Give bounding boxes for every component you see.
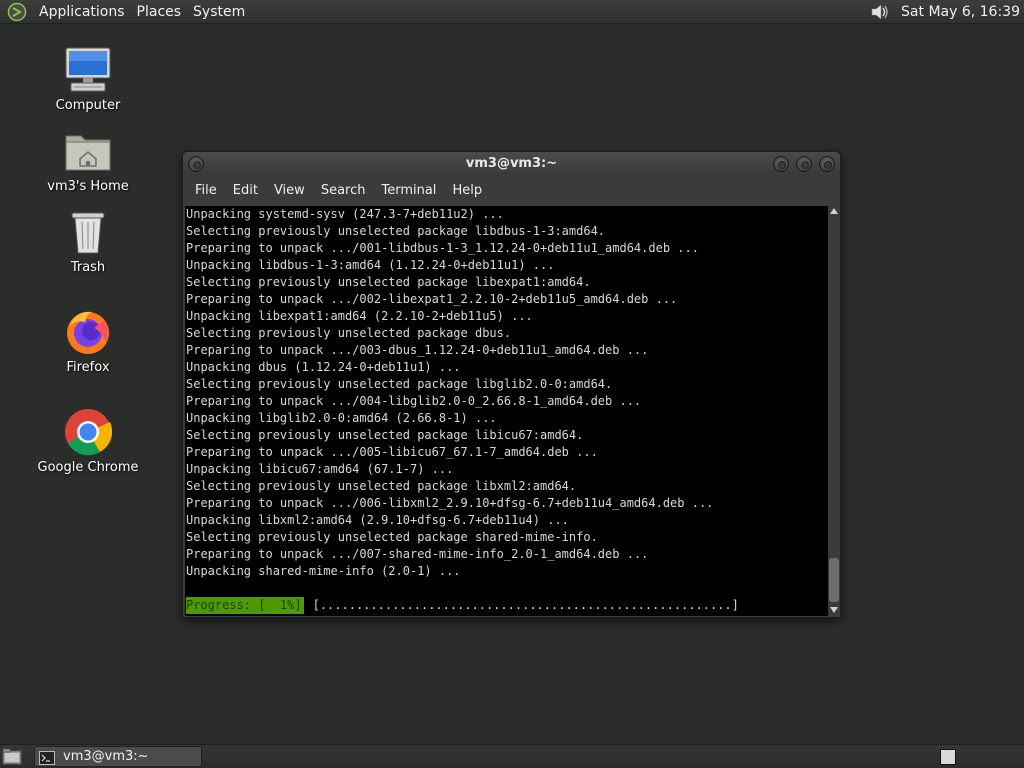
title-bar[interactable]: vm3@vm3:~ (183, 152, 840, 176)
terminal-lines: Unpacking systemd-sysv (247.3-7+deb11u2)… (186, 206, 713, 580)
desktop-icon-label: Computer (55, 98, 121, 113)
desktop-icon-trash[interactable]: Trash (33, 206, 143, 275)
terminal-icon (39, 750, 55, 765)
top-panel-tray: Sat May 6, 16:39 (869, 0, 1024, 24)
apt-progress: Progress: [ 1%] [.......................… (186, 597, 739, 614)
terminal-line: Preparing to unpack .../003-dbus_1.12.24… (186, 343, 649, 357)
top-panel: Applications Places System Sat May 6, 16… (0, 0, 1024, 24)
show-desktop-icon[interactable] (2, 748, 22, 766)
menu-system[interactable]: System (187, 0, 251, 24)
terminal-menubar: File Edit View Search Terminal Help (183, 176, 840, 206)
terminal-line: Selecting previously unselected package … (186, 479, 577, 493)
desktop-icon-computer[interactable]: Computer (33, 44, 143, 113)
firefox-icon (62, 306, 114, 358)
desktop-icon-label: vm3's Home (47, 179, 129, 194)
terminal-line: Selecting previously unselected package … (186, 530, 598, 544)
terminal-line: Preparing to unpack .../006-libxml2_2.9.… (186, 496, 714, 510)
taskbar-window-label: vm3@vm3:~ (63, 749, 149, 764)
terminal-line: Preparing to unpack .../001-libdbus-1-3_… (186, 241, 699, 255)
terminal-line: Preparing to unpack .../005-libicu67_67.… (186, 445, 598, 459)
terminal-line: Selecting previously unselected package … (186, 275, 591, 289)
menu-terminal[interactable]: Terminal (373, 176, 444, 206)
volume-icon[interactable] (869, 1, 891, 23)
terminal-line: Selecting previously unselected package … (186, 377, 613, 391)
menu-places[interactable]: Places (131, 0, 188, 24)
desktop-icon-label: Google Chrome (37, 460, 139, 475)
terminal-line: Unpacking dbus (1.12.24-0+deb11u1) ... (186, 360, 461, 374)
taskbar-window-button[interactable]: vm3@vm3:~ (34, 746, 202, 767)
distro-logo-icon[interactable] (6, 1, 28, 23)
minimize-icon[interactable] (773, 156, 789, 172)
trash-icon (62, 206, 114, 258)
desktop-icon-home[interactable]: vm3's Home (33, 125, 143, 194)
desktop-icon-label: Firefox (66, 360, 110, 375)
desktop-icon-label: Trash (70, 260, 106, 275)
terminal-line: Unpacking libexpat1:amd64 (2.2.10-2+deb1… (186, 309, 533, 323)
menu-file[interactable]: File (187, 176, 225, 206)
terminal-window[interactable]: vm3@vm3:~ File Edit View Search Terminal… (182, 151, 841, 618)
chrome-icon (62, 406, 114, 458)
scroll-thumb[interactable] (829, 558, 839, 602)
scroll-up-icon[interactable] (830, 208, 838, 214)
workspace-switcher[interactable] (940, 749, 956, 765)
terminal-line: Unpacking libxml2:amd64 (2.9.10+dfsg-6.7… (186, 513, 569, 527)
menu-edit[interactable]: Edit (225, 176, 266, 206)
menu-applications[interactable]: Applications (33, 0, 131, 24)
progress-label: Progress: [ 1%] (186, 597, 304, 614)
bottom-panel: vm3@vm3:~ (0, 744, 1024, 768)
terminal-line: Preparing to unpack .../007-shared-mime-… (186, 547, 649, 561)
scroll-down-icon[interactable] (830, 607, 838, 613)
progress-bar: [.......................................… (312, 598, 739, 612)
terminal-line: Selecting previously unselected package … (186, 224, 606, 238)
clock[interactable]: Sat May 6, 16:39 (901, 4, 1020, 20)
terminal-line: Unpacking shared-mime-info (2.0-1) ... (186, 564, 461, 578)
terminal-scrollbar[interactable] (828, 206, 840, 616)
terminal-line: Unpacking libdbus-1-3:amd64 (1.12.24-0+d… (186, 258, 555, 272)
terminal-line: Unpacking systemd-sysv (247.3-7+deb11u2)… (186, 207, 504, 221)
window-title: vm3@vm3:~ (465, 156, 558, 171)
menu-search[interactable]: Search (313, 176, 374, 206)
menu-view[interactable]: View (266, 176, 313, 206)
terminal-line: Unpacking libicu67:amd64 (67.1-7) ... (186, 462, 454, 476)
terminal-line: Selecting previously unselected package … (186, 428, 584, 442)
maximize-icon[interactable] (796, 156, 812, 172)
close-icon[interactable] (819, 156, 835, 172)
terminal-line: Unpacking libglib2.0-0:amd64 (2.66.8-1) … (186, 411, 497, 425)
menu-help[interactable]: Help (444, 176, 490, 206)
computer-icon (62, 44, 114, 96)
terminal-line: Preparing to unpack .../002-libexpat1_2.… (186, 292, 678, 306)
desktop-icon-chrome[interactable]: Google Chrome (33, 406, 143, 475)
terminal-output[interactable]: Unpacking systemd-sysv (247.3-7+deb11u2)… (185, 206, 828, 616)
desktop-icon-firefox[interactable]: Firefox (33, 306, 143, 375)
terminal-line: Preparing to unpack .../004-libglib2.0-0… (186, 394, 642, 408)
terminal-line: Selecting previously unselected package … (186, 326, 512, 340)
home-folder-icon (62, 125, 114, 177)
